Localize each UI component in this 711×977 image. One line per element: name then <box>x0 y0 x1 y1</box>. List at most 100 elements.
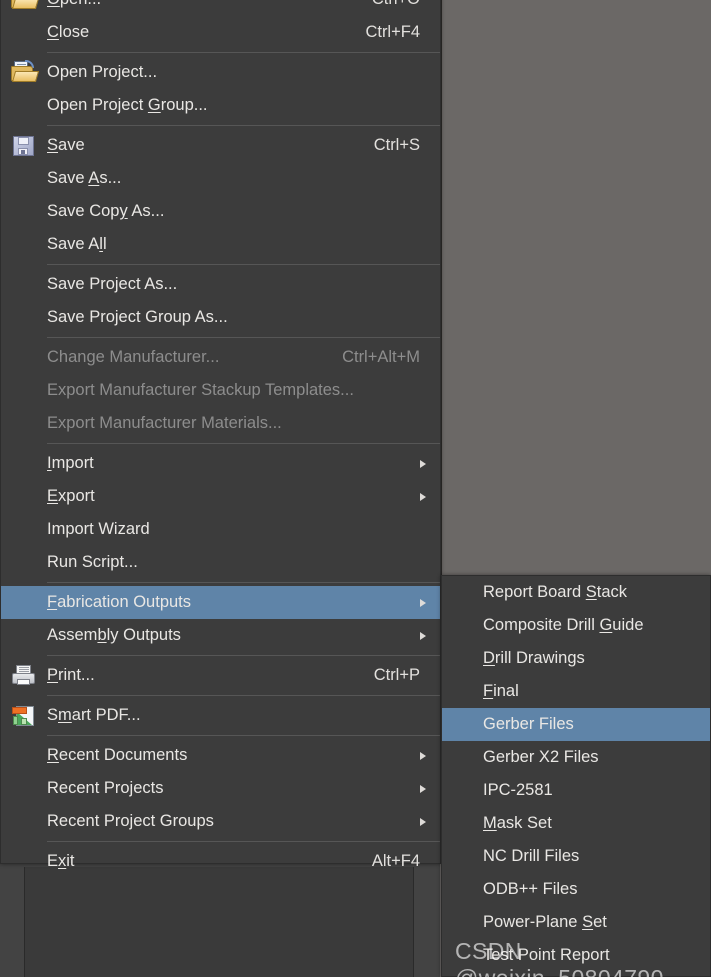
menu-item-shortcut: Ctrl+O <box>372 0 440 16</box>
menu-item-save-all[interactable]: Save All <box>1 228 440 261</box>
menu-item-run-script[interactable]: Run Script... <box>1 546 440 579</box>
menu-item-icon-slot <box>1 268 47 301</box>
submenu-item-ipc-2581[interactable]: IPC-2581 <box>442 774 710 807</box>
menu-item-import[interactable]: Import <box>1 447 440 480</box>
app-root: Open...Ctrl+O Close Ctrl+F4 Open Project...… <box>0 0 711 977</box>
menu-item-label: Test Point Report <box>483 946 610 964</box>
smart-pdf-icon <box>11 704 37 728</box>
menu-item-label: Save Project As... <box>47 275 178 293</box>
menu-item-label: Run Script... <box>47 553 138 571</box>
menu-item-icon-slot <box>1 805 47 838</box>
menu-item-icon-slot <box>1 586 47 619</box>
menu-item-label: Import <box>47 454 94 472</box>
chevron-right-icon <box>412 459 440 468</box>
fabrication-outputs-submenu-popup[interactable]: Report Board Stack Composite Drill Guide D… <box>441 575 711 977</box>
menu-item-icon-slot <box>1 772 47 805</box>
submenu-item-mask-set[interactable]: Mask Set <box>442 807 710 840</box>
menu-item-save-as[interactable]: Save As... <box>1 162 440 195</box>
menu-item-save[interactable]: Save Ctrl+S <box>1 129 440 162</box>
open-folder-icon <box>11 0 40 12</box>
submenu-item-odb-plus-plus-files[interactable]: ODB++ Files <box>442 873 710 906</box>
menu-item-label: ODB++ Files <box>483 880 578 898</box>
menu-item-shortcut: Alt+F4 <box>371 852 420 870</box>
menu-item-label: Export Manufacturer Stackup Templates... <box>47 381 354 399</box>
menu-item-save-copy-as[interactable]: Save Copy As... <box>1 195 440 228</box>
menu-item-label: Exit <box>47 852 75 870</box>
menu-item-icon-slot <box>1 845 47 878</box>
menu-item-label: Recent Projects <box>47 779 164 797</box>
menu-item-label: Power-Plane Set <box>483 913 607 931</box>
menu-item-label: Open... <box>47 0 372 16</box>
chevron-right-icon <box>412 598 440 607</box>
menu-item-icon-slot <box>1 659 47 692</box>
menu-item-label: Close <box>47 23 90 41</box>
menu-item-icon-slot <box>1 699 47 732</box>
menu-item-icon-slot <box>1 129 47 162</box>
menu-item-label: Smart PDF... <box>47 706 141 724</box>
menu-item-open-project[interactable]: Open Project... <box>1 56 440 89</box>
menu-item-recent-documents[interactable]: Recent Documents <box>1 739 440 772</box>
menu-separator <box>47 841 440 842</box>
menu-item-recent-pgroups[interactable]: Recent Project Groups <box>1 805 440 838</box>
menu-item-label: Open Project... <box>47 63 158 81</box>
menu-item-label: Open Project Group... <box>47 96 208 114</box>
submenu-item-report-board-stack[interactable]: Report Board Stack <box>442 576 710 609</box>
menu-separator <box>47 337 440 338</box>
chevron-right-icon <box>412 631 440 640</box>
menu-item-label: Gerber Files <box>483 715 574 733</box>
menu-item-icon-slot <box>1 228 47 261</box>
submenu-item-drill-drawings[interactable]: Drill Drawings <box>442 642 710 675</box>
file-menu-popup[interactable]: Open...Ctrl+O Close Ctrl+F4 Open Project...… <box>0 0 441 870</box>
menu-item-fabrication-outputs[interactable]: Fabrication Outputs <box>1 586 440 619</box>
menu-item-shortcut: Ctrl+Alt+M <box>342 348 420 366</box>
menu-item-open[interactable]: Open...Ctrl+O <box>1 0 440 16</box>
menu-item-icon-slot <box>1 195 47 228</box>
menu-item-open-proj-group[interactable]: Open Project Group... <box>1 89 440 122</box>
open-project-icon <box>11 59 40 85</box>
submenu-item-final[interactable]: Final <box>442 675 710 708</box>
menu-item-icon-slot <box>1 162 47 195</box>
menu-item-label: Composite Drill Guide <box>483 616 644 634</box>
printer-icon <box>11 664 37 688</box>
menu-item-export-materials: Export Manufacturer Materials... <box>1 407 440 440</box>
menu-item-label: Gerber X2 Files <box>483 748 599 766</box>
menu-item-assembly-outputs[interactable]: Assembly Outputs <box>1 619 440 652</box>
menu-item-label: Recent Project Groups <box>47 812 214 830</box>
submenu-item-gerber-files[interactable]: Gerber Files <box>442 708 710 741</box>
menu-item-close[interactable]: Close Ctrl+F4 <box>1 16 440 49</box>
menu-item-smart-pdf[interactable]: Smart PDF... <box>1 699 440 732</box>
menu-item-recent-projects[interactable]: Recent Projects <box>1 772 440 805</box>
menu-item-icon-slot <box>1 480 47 513</box>
menu-item-exit[interactable]: Exit Alt+F4 <box>1 845 440 878</box>
menu-item-icon-slot <box>1 341 47 374</box>
menu-separator <box>47 655 440 656</box>
menu-separator <box>47 443 440 444</box>
chevron-right-icon <box>412 784 440 793</box>
menu-item-label: Final <box>483 682 519 700</box>
menu-item-icon-slot <box>1 0 47 16</box>
menu-item-print[interactable]: Print... Ctrl+P <box>1 659 440 692</box>
menu-item-import-wizard[interactable]: Import Wizard <box>1 513 440 546</box>
submenu-item-nc-drill-files[interactable]: NC Drill Files <box>442 840 710 873</box>
menu-item-icon-slot <box>1 89 47 122</box>
menu-item-icon-slot <box>1 447 47 480</box>
menu-item-icon-slot <box>1 301 47 334</box>
menu-item-label: Save As... <box>47 169 122 187</box>
menu-item-icon-slot <box>1 513 47 546</box>
submenu-item-power-plane-set[interactable]: Power-Plane Set <box>442 906 710 939</box>
menu-item-label: Save Project Group As... <box>47 308 228 326</box>
menu-separator <box>47 582 440 583</box>
menu-separator <box>47 735 440 736</box>
submenu-item-gerber-x2-files[interactable]: Gerber X2 Files <box>442 741 710 774</box>
menu-item-export[interactable]: Export <box>1 480 440 513</box>
menu-item-icon-slot <box>1 407 47 440</box>
menu-item-save-project-as[interactable]: Save Project As... <box>1 268 440 301</box>
menu-item-label: NC Drill Files <box>483 847 580 865</box>
menu-item-label: Recent Documents <box>47 746 188 764</box>
menu-item-save-pg-as[interactable]: Save Project Group As... <box>1 301 440 334</box>
menu-separator <box>47 125 440 126</box>
submenu-item-composite-drill-guide[interactable]: Composite Drill Guide <box>442 609 710 642</box>
chevron-right-icon <box>412 751 440 760</box>
submenu-item-test-point-report[interactable]: Test Point Report <box>442 939 710 972</box>
menu-item-label: Assembly Outputs <box>47 626 181 644</box>
